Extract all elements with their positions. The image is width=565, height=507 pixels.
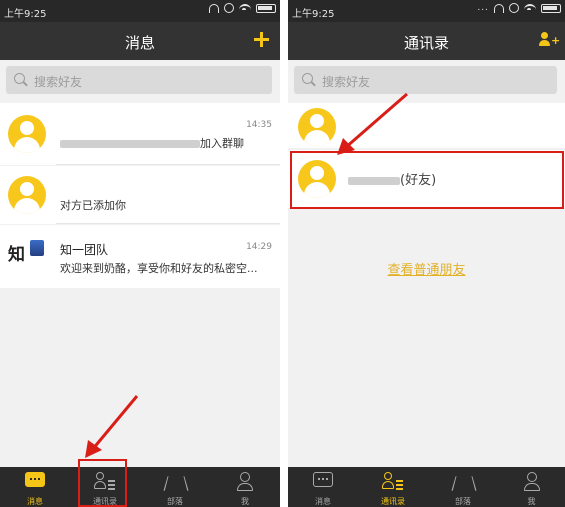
- headset-icon: [494, 3, 504, 13]
- person-icon: [523, 472, 540, 491]
- search-icon: [14, 73, 25, 84]
- chat-name: 知一团队: [60, 243, 109, 257]
- chat-preview: 加入群聊: [60, 135, 244, 151]
- header: 通讯录 +: [288, 22, 565, 60]
- notification-dots: ...: [477, 3, 489, 13]
- search-icon: [302, 73, 313, 84]
- tab-tribe[interactable]: 部落: [140, 467, 210, 507]
- contacts-icon: [382, 472, 404, 492]
- person-icon: [237, 472, 253, 491]
- headset-icon: [209, 3, 219, 13]
- search-input[interactable]: 搜索好友: [6, 66, 272, 94]
- avatar: [8, 115, 46, 153]
- search-placeholder: 搜索好友: [34, 75, 83, 89]
- chat-bubble-icon: [313, 472, 333, 487]
- tab-contacts[interactable]: 通讯录: [358, 467, 428, 507]
- alarm-icon: [224, 3, 234, 13]
- tab-me[interactable]: 我: [498, 467, 565, 507]
- view-normal-friends-link[interactable]: 查看普通朋友: [288, 259, 565, 278]
- tent-icon: [165, 472, 185, 490]
- tent-icon: [453, 472, 473, 490]
- search-input[interactable]: 搜索好友: [294, 66, 557, 94]
- page-title: 通讯录: [403, 34, 449, 52]
- add-friend-icon[interactable]: +: [539, 30, 560, 50]
- alarm-icon: [509, 3, 519, 13]
- chat-preview: 对方已添加你: [60, 199, 126, 212]
- chat-bubble-icon: [25, 472, 45, 487]
- search-bar: 搜索好友: [0, 60, 280, 101]
- annotation-arrow: [337, 92, 408, 155]
- annotation-highlight-box: [78, 459, 127, 507]
- tab-messages[interactable]: 消息: [0, 467, 70, 507]
- avatar: [8, 176, 46, 214]
- status-bar: 上午9:25 ...: [288, 0, 565, 22]
- wifi-icon: [524, 3, 536, 13]
- chat-row-friend-added[interactable]: 对方已添加你: [0, 166, 280, 224]
- zhiyi-logo-image: [30, 240, 44, 256]
- tab-bar: 消息 通讯录 部落 我: [0, 467, 280, 507]
- battery-icon: [256, 3, 276, 13]
- add-icon[interactable]: [253, 31, 271, 49]
- wifi-icon: [239, 3, 251, 13]
- search-placeholder: 搜索好友: [322, 75, 371, 89]
- chat-row-group-join[interactable]: 加入群聊 14:35: [0, 103, 280, 165]
- tab-me[interactable]: 我: [210, 467, 280, 507]
- tab-messages[interactable]: 消息: [288, 467, 358, 507]
- chat-row-zhiyi-team[interactable]: 知 知一团队 欢迎来到奶酪，享受你和好友的私密空... 14:29: [0, 225, 280, 288]
- status-bar: 上午9:25: [0, 0, 280, 22]
- page-title: 消息: [124, 34, 155, 52]
- annotation-arrow: [85, 395, 139, 458]
- status-time: 上午9:25: [4, 9, 47, 20]
- status-time: 上午9:25: [292, 9, 335, 20]
- battery-icon: [541, 3, 561, 13]
- chat-time: 14:29: [246, 242, 272, 252]
- tab-bar: 消息 通讯录 部落 我: [288, 467, 565, 507]
- chat-time: 14:35: [246, 120, 272, 130]
- tab-tribe[interactable]: 部落: [428, 467, 498, 507]
- contacts-screen: 上午9:25 ... 通讯录 + 搜索好友 (好友) 查看普通朋友 消息 通讯录…: [288, 0, 565, 507]
- zhiyi-logo: 知: [8, 245, 25, 265]
- chat-preview: 欢迎来到奶酪，享受你和好友的私密空...: [60, 262, 258, 275]
- header: 消息: [0, 22, 280, 60]
